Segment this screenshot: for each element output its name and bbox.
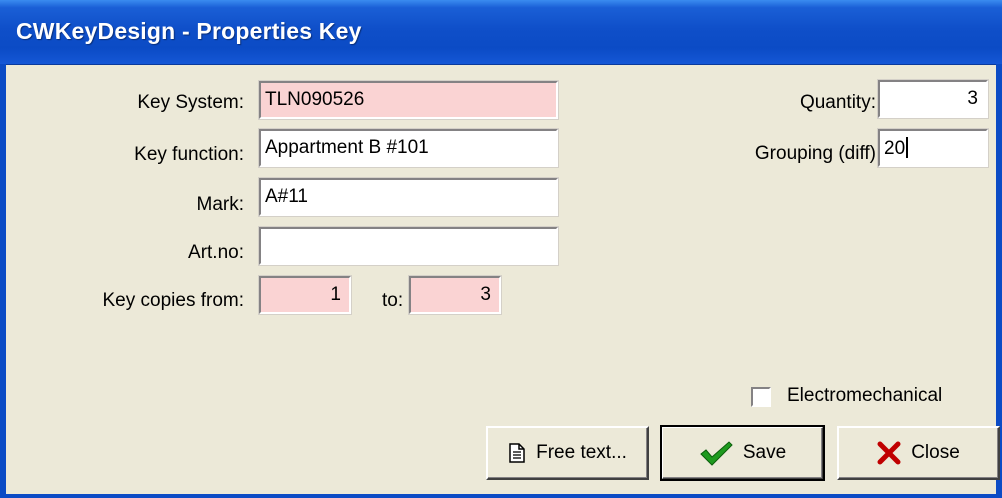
free-text-label: Free text... bbox=[536, 442, 627, 463]
save-label: Save bbox=[742, 442, 787, 463]
key-system-field[interactable]: TLN090526 bbox=[258, 80, 559, 120]
key-function-label: Key function: bbox=[134, 144, 244, 165]
title-bar[interactable]: CWKeyDesign - Properties Key bbox=[0, 0, 1002, 65]
document-icon bbox=[508, 443, 526, 463]
art-no-field[interactable] bbox=[258, 226, 559, 266]
properties-key-dialog: CWKeyDesign - Properties Key Key System:… bbox=[0, 0, 1002, 498]
quantity-label: Quantity: bbox=[799, 92, 876, 113]
free-text-button[interactable]: Free text... bbox=[486, 426, 649, 480]
close-label: Close bbox=[911, 442, 960, 463]
key-copies-from-label: Key copies from: bbox=[102, 290, 245, 311]
checkmark-icon bbox=[699, 440, 733, 466]
key-copies-to-label: to: bbox=[382, 290, 404, 311]
electromechanical-checkbox[interactable] bbox=[751, 387, 771, 407]
text-caret bbox=[906, 137, 909, 158]
grouping-label: Grouping (diff) bbox=[754, 143, 876, 164]
art-no-label: Art.no: bbox=[188, 242, 244, 263]
quantity-field[interactable]: 3 bbox=[877, 79, 989, 119]
mark-field[interactable]: A#11 bbox=[258, 177, 559, 217]
grouping-value: 20 bbox=[884, 138, 906, 159]
key-copies-to-field[interactable]: 3 bbox=[408, 275, 502, 315]
window-frame-bottom bbox=[0, 494, 1002, 498]
grouping-field[interactable]: 20 bbox=[877, 128, 989, 168]
electromechanical-label[interactable]: Electromechanical bbox=[787, 385, 942, 407]
key-function-field[interactable]: Appartment B #101 bbox=[258, 128, 559, 168]
close-button[interactable]: Close bbox=[837, 426, 1000, 480]
mark-label: Mark: bbox=[196, 194, 245, 215]
key-copies-from-field[interactable]: 1 bbox=[258, 275, 352, 315]
key-system-label: Key System: bbox=[137, 92, 244, 113]
close-x-icon bbox=[877, 441, 901, 465]
window-title: CWKeyDesign - Properties Key bbox=[16, 18, 362, 44]
save-button[interactable]: Save bbox=[660, 425, 825, 481]
window-frame-left bbox=[0, 64, 6, 498]
